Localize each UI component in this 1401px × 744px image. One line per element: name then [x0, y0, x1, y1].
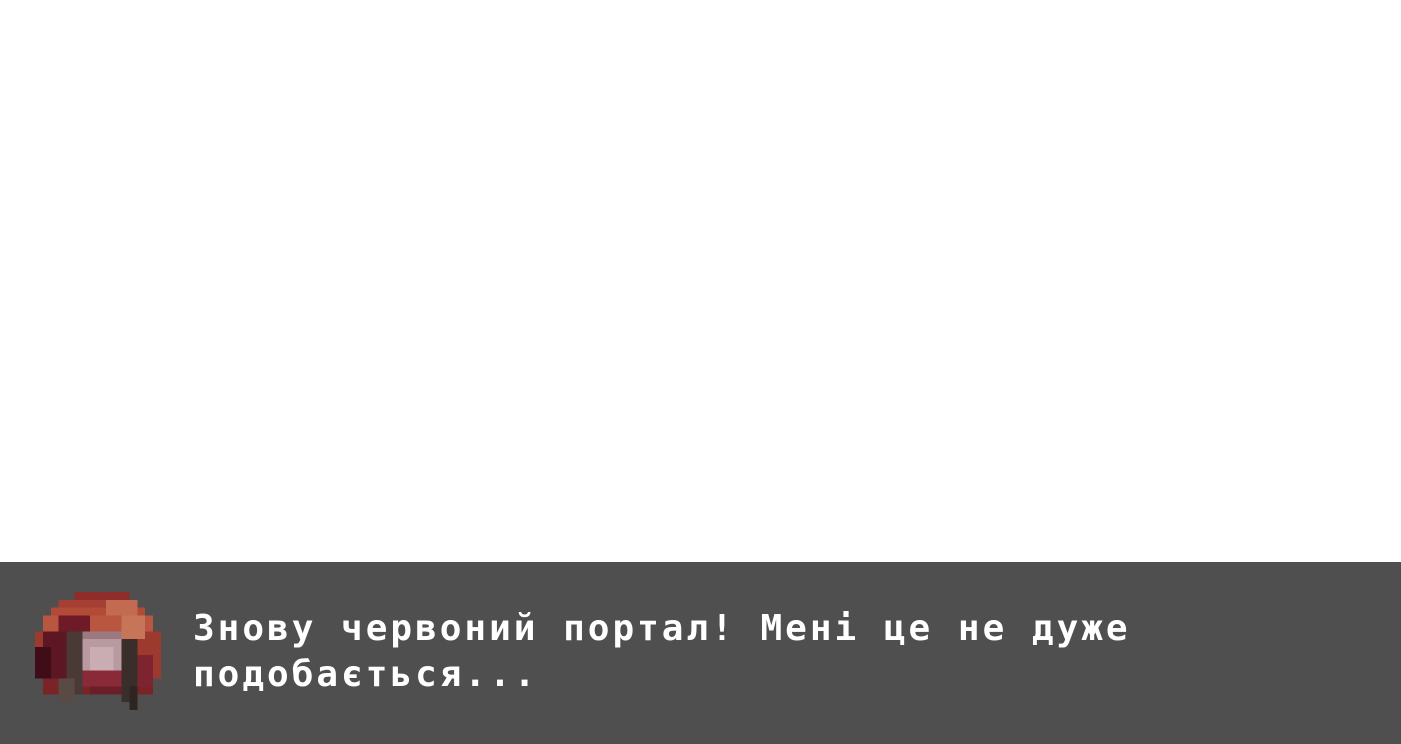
game-scene-area [0, 0, 1401, 562]
red-hooded-character-portrait-icon [35, 592, 161, 710]
dialog-text: Знову червоний портал! Мені це не дуже п… [193, 608, 1131, 695]
